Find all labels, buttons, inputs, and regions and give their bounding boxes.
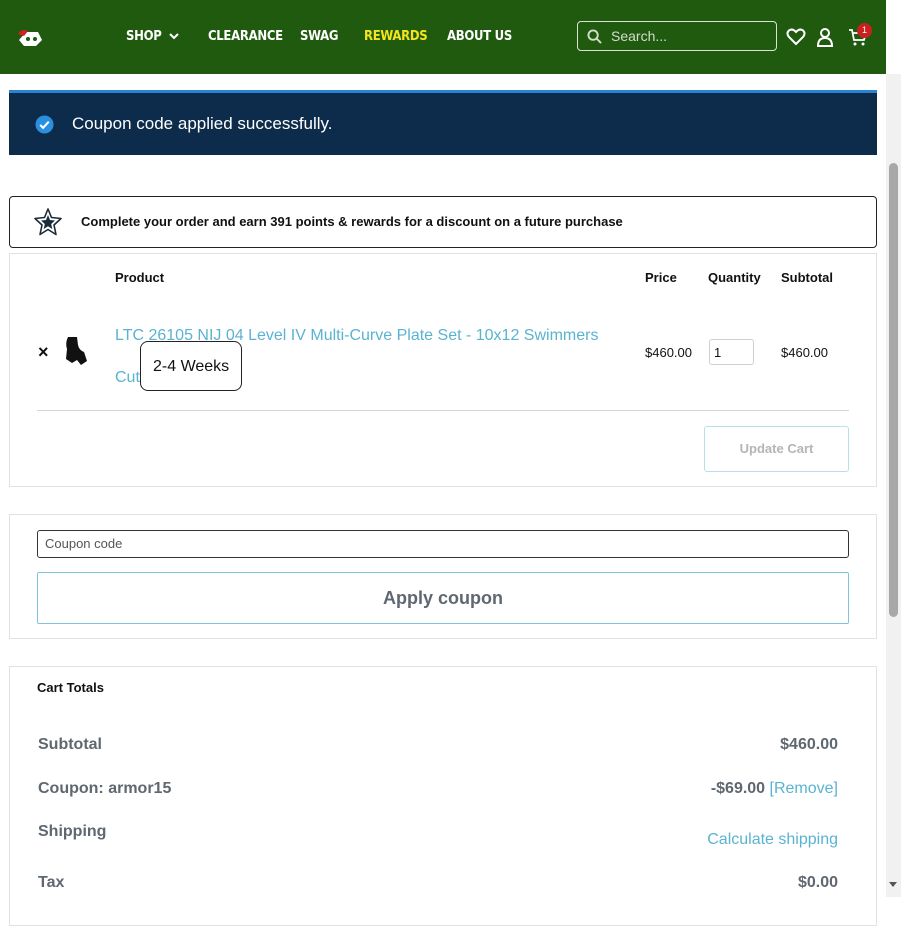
coupon-section: Coupon code Apply coupon [9,514,877,639]
search-input[interactable]: Search... [577,21,777,51]
user-icon[interactable] [815,27,835,47]
shipping-row: Calculate shipping [707,831,838,849]
subtotal-label: Subtotal [38,736,102,753]
remove-item-button[interactable]: × [38,342,49,363]
update-cart-button[interactable]: Update Cart [704,426,849,472]
tax-label: Tax [38,874,65,891]
column-header-price: Price [645,270,677,285]
calculate-shipping-link[interactable]: Calculate shipping [707,831,838,848]
cart-table: Product Price Quantity Subtotal × LTC 26… [9,253,877,487]
coupon-code-input[interactable]: Coupon code [37,530,849,558]
check-circle-icon [35,115,54,134]
notice-message: Coupon code applied successfully. [72,114,333,133]
nav-clearance[interactable]: CLEARANCE [208,29,283,47]
scrollbar-thumb[interactable] [889,163,898,617]
heart-icon[interactable] [786,27,806,47]
rewards-banner: Complete your order and earn 391 points … [9,196,877,248]
item-price: $460.00 [645,345,692,360]
nav-shop-label: SHOP [126,29,162,44]
product-thumbnail[interactable] [63,335,91,369]
nav-rewards[interactable]: REWARDS [364,29,428,47]
coupon-label: Coupon: armor15 [38,780,172,797]
column-header-product: Product [115,270,165,285]
chevron-down-icon [169,33,180,40]
rewards-message: Complete your order and earn 391 points … [81,214,623,229]
item-subtotal: $460.00 [781,345,828,360]
coupon-discount-value: -$69.00 [710,780,766,797]
nav-shop[interactable]: SHOP [126,29,180,47]
site-header: SHOP CLEARANCE SWAG REWARDS ABOUT US Sea… [0,0,886,74]
lead-time-tooltip: 2-4 Weeks [140,341,243,391]
apply-coupon-button[interactable]: Apply coupon [37,572,849,624]
column-header-subtotal: Subtotal [781,270,833,285]
cart-totals-title: Cart Totals [37,680,104,695]
subtotal-value: $460.00 [780,736,838,753]
nav-swag[interactable]: SWAG [300,29,339,47]
coupon-row: -$69.00 [Remove] [711,780,838,798]
logo-icon[interactable] [16,26,44,50]
column-header-quantity: Quantity [708,270,761,285]
star-badge-icon [34,208,62,236]
success-notice: Coupon code applied successfully. [9,90,877,155]
divider [37,410,849,411]
search-placeholder: Search... [611,28,668,44]
search-icon [587,28,602,44]
cart-totals: Cart Totals Subtotal $460.00 Coupon: arm… [9,666,877,926]
remove-coupon-link[interactable]: [Remove] [770,780,838,797]
cart-count-badge: 1 [857,23,872,38]
scroll-down-arrow-icon[interactable] [889,882,897,887]
quantity-input[interactable] [709,339,754,365]
tax-value: $0.00 [797,874,838,891]
shipping-label: Shipping [38,823,107,840]
nav-about-us[interactable]: ABOUT US [447,29,512,47]
